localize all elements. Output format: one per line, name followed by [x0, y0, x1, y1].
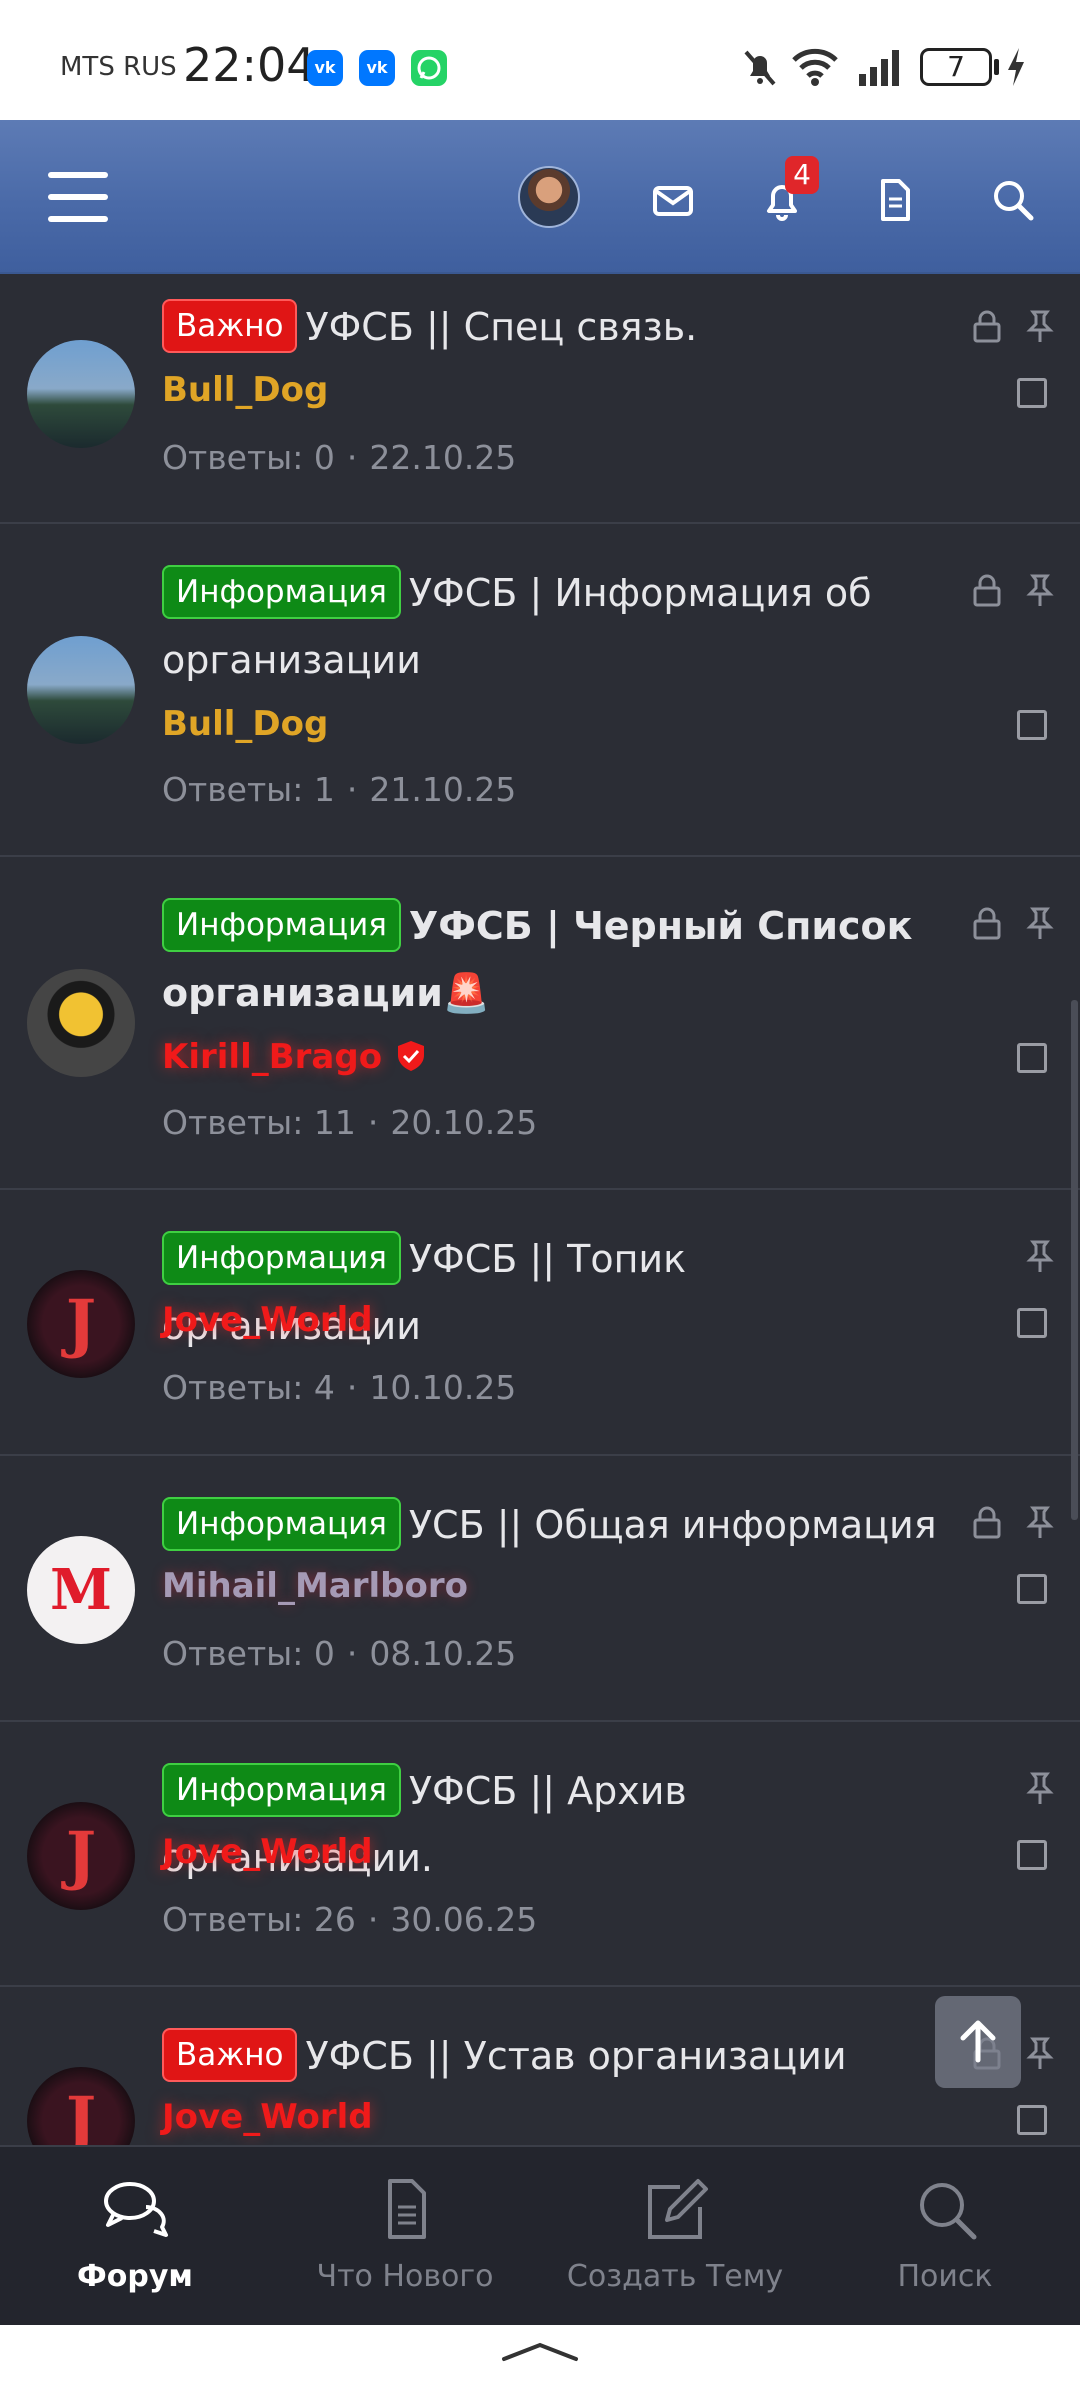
author-avatar[interactable] — [27, 969, 135, 1077]
pin-icon — [1026, 1240, 1054, 1272]
gesture-bar[interactable] — [0, 2325, 1080, 2388]
search-icon — [920, 2183, 977, 2240]
clock: 22:04 — [183, 38, 316, 92]
prefix-badge: Информация — [162, 898, 401, 952]
thread-author[interactable]: Bull_Dog — [162, 704, 328, 744]
bottom-navigation: Форум Что Нового Создать Тему Поиск — [0, 2145, 1080, 2325]
pin-icon — [1026, 1772, 1054, 1804]
pin-icon — [1026, 2037, 1054, 2069]
thread-title[interactable]: Информация УСБ || Общая информация — [162, 1492, 952, 1559]
prefix-badge: Информация — [162, 1231, 401, 1285]
prefix-badge: Важно — [162, 299, 298, 353]
verified-icon — [397, 1041, 424, 1071]
author-avatar[interactable] — [27, 340, 135, 448]
status-bar: MTS RUS 22:04 vk vk 7 — [0, 0, 1080, 120]
thread-author[interactable]: Jove_World — [162, 1832, 373, 1872]
thread-title[interactable]: Важно УФСБ || Спец связь. — [162, 294, 952, 361]
thread-author[interactable]: Kirill_Brago — [162, 1037, 428, 1077]
thread-meta: Ответы: 4 · 10.10.25 — [162, 1368, 517, 1407]
charging-icon — [1008, 48, 1024, 86]
thread-title[interactable]: Информация УФСБ | Информация об организаци… — [162, 560, 952, 694]
nav-create-thread-label: Создать Тему — [566, 2259, 784, 2294]
nav-search-label: Поиск — [897, 2259, 993, 2294]
thread-author[interactable]: Jove_World — [162, 2097, 373, 2137]
thread-title[interactable]: Важно УФСБ || Устав организации — [162, 2023, 952, 2090]
carrier-label: MTS RUS — [60, 52, 177, 82]
select-checkbox[interactable] — [1017, 710, 1047, 740]
lock-icon — [973, 1506, 1001, 1539]
mail-icon[interactable] — [648, 175, 698, 225]
prefix-badge: Информация — [162, 565, 401, 619]
thread-meta: Ответы: 26 · 30.06.25 — [162, 1900, 538, 1939]
prefix-badge: Информация — [162, 1497, 401, 1551]
edit-icon — [648, 2179, 708, 2239]
user-avatar[interactable] — [518, 166, 580, 228]
thread-title[interactable]: Информация УФСБ | Черный Список организаци… — [162, 893, 952, 1027]
scrollbar[interactable] — [1071, 1000, 1078, 1520]
thread-meta: Ответы: 0 · 08.10.25 — [162, 1634, 517, 1673]
chevron-up-icon — [502, 2342, 578, 2361]
thread-row[interactable]: J Информация УФСБ || Архив организации. J… — [0, 1722, 1080, 1987]
vk-icon: vk — [307, 50, 343, 86]
pin-icon — [1026, 1506, 1054, 1538]
select-checkbox[interactable] — [1017, 378, 1047, 408]
prefix-badge: Важно — [162, 2028, 298, 2082]
signal-icon — [859, 50, 899, 86]
select-checkbox[interactable] — [1017, 1308, 1047, 1338]
thread-author[interactable]: Bull_Dog — [162, 370, 328, 410]
vk-icon: vk — [359, 50, 395, 86]
scroll-to-top-button[interactable] — [935, 1996, 1021, 2088]
thread-row[interactable]: M Информация УСБ || Общая информация Miha… — [0, 1456, 1080, 1722]
pin-icon — [1026, 310, 1054, 342]
author-avatar[interactable]: J — [27, 2067, 135, 2145]
thread-row[interactable]: Информация УФСБ | Черный Список организаци… — [0, 857, 1080, 1190]
pin-icon — [1026, 574, 1054, 606]
thread-row[interactable]: Информация УФСБ | Информация об организаци… — [0, 524, 1080, 857]
select-checkbox[interactable] — [1017, 1043, 1047, 1073]
arrow-up-icon — [960, 2020, 996, 2063]
document-icon[interactable] — [870, 175, 920, 225]
thread-author[interactable]: Jove_World — [162, 1300, 373, 1340]
nav-create-thread[interactable]: Создать Тему — [540, 2147, 810, 2327]
select-checkbox[interactable] — [1017, 1840, 1047, 1870]
thread-meta: Ответы: 1 · 21.10.25 — [162, 770, 517, 809]
wifi-icon — [792, 48, 838, 86]
menu-icon[interactable] — [48, 172, 108, 222]
thread-author[interactable]: Mihail_Marlboro — [162, 1566, 468, 1606]
whatsapp-icon — [411, 50, 447, 86]
search-icon[interactable] — [988, 175, 1038, 225]
thread-row[interactable]: Важно УФСБ || Спец связь. Bull_Dog Ответы… — [0, 274, 1080, 524]
nav-forum-label: Форум — [77, 2259, 193, 2294]
nav-whats-new-label: Что Нового — [316, 2259, 494, 2294]
nav-search[interactable]: Поиск — [810, 2147, 1080, 2327]
author-avatar[interactable]: M — [27, 1536, 135, 1644]
prefix-badge: Информация — [162, 1763, 401, 1817]
battery-tip — [994, 59, 999, 75]
notification-badge: 4 — [785, 156, 819, 194]
battery-level: 7 — [920, 48, 992, 86]
thread-row[interactable]: J Важно УФСБ || Устав организации Jove_Wo… — [0, 1987, 1080, 2145]
author-avatar[interactable]: J — [27, 1802, 135, 1910]
document-icon — [388, 2179, 426, 2239]
select-checkbox[interactable] — [1017, 1574, 1047, 1604]
chat-bubbles-icon — [104, 2182, 168, 2237]
lock-icon — [973, 310, 1001, 343]
author-avatar[interactable]: J — [27, 1270, 135, 1378]
thread-meta: Ответы: 11 · 20.10.25 — [162, 1103, 538, 1142]
author-avatar[interactable] — [27, 636, 135, 744]
app-header: 4 — [0, 120, 1080, 274]
lock-icon — [973, 574, 1001, 607]
thread-row[interactable]: J Информация УФСБ || Топик организации Jo… — [0, 1190, 1080, 1456]
select-checkbox[interactable] — [1017, 2105, 1047, 2135]
pin-icon — [1026, 907, 1054, 939]
nav-forum[interactable]: Форум — [0, 2147, 270, 2327]
nav-whats-new[interactable]: Что Нового — [270, 2147, 540, 2327]
thread-meta: Ответы: 0 · 22.10.25 — [162, 438, 517, 477]
mute-bell-icon — [744, 50, 776, 86]
lock-icon — [973, 907, 1001, 940]
